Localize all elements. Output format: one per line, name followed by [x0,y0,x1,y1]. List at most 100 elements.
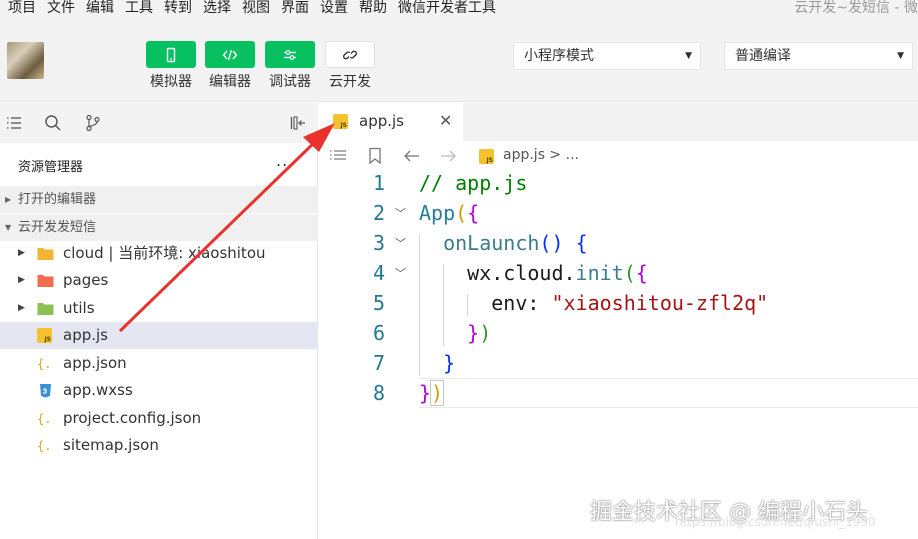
code-punct: } [443,351,456,375]
menu-item[interactable]: 帮助 [359,0,387,16]
tab-app-js[interactable]: app.js ✕ [319,103,463,141]
outline-list-icon[interactable] [329,147,347,165]
more-actions-icon[interactable]: ... [276,151,294,170]
tree-item[interactable]: {..} sitemap.json [0,432,318,459]
caret-down-icon: ▼ [897,51,904,61]
js-file-icon [333,114,348,129]
menu-item[interactable]: 文件 [47,0,75,16]
sidebar-icon-bar [0,103,318,143]
code-icon [205,41,255,68]
code-comment: // app.js [419,171,528,195]
list-icon[interactable] [5,114,23,132]
menu-item[interactable]: 转到 [164,0,192,16]
code-line-6: }) [419,321,491,345]
project-section[interactable]: ▼ 云开发发短信 [0,214,318,241]
json-file-icon: {..} [37,412,54,426]
code-punct: ( [455,201,468,225]
explorer-header: 资源管理器 ... [0,143,318,185]
tree-item[interactable]: 3 app.wxss [0,377,318,404]
menu-item[interactable]: 工具 [125,0,153,16]
avatar[interactable] [7,42,44,79]
js-file-icon [479,149,494,164]
fold-chevron-icon[interactable]: ﹀ [395,235,406,251]
compile-select[interactable]: 普通编译 ▼ [724,42,913,70]
collapse-panel-icon[interactable] [289,114,307,132]
search-icon[interactable] [44,114,62,132]
svg-text:{..}: {..} [37,357,54,371]
code-punct: ) [430,380,445,406]
menu-item[interactable]: 界面 [281,0,309,16]
code-init: init [575,261,624,285]
chevron-right-icon: ▶ [18,303,25,313]
tree-item-label: cloud | 当前环境: xiaoshitou [63,244,266,262]
mode-select[interactable]: 小程序模式 ▼ [513,42,701,70]
tree-item[interactable]: ▶ cloud | 当前环境: xiaoshitou [0,240,318,267]
tree-item-label: app.json [63,354,127,372]
menu-item[interactable]: 选择 [203,0,231,16]
line-number: 7 [372,351,385,375]
fold-chevron-icon[interactable]: ﹀ [395,205,406,221]
menu-item[interactable]: 设置 [320,0,348,16]
svg-text:{..}: {..} [37,439,54,453]
phone-icon [146,41,196,68]
tree-item-label: project.config.json [63,409,202,427]
line-number: 1 [372,171,385,195]
caret-down-icon: ▼ [685,51,692,61]
tree-item[interactable]: ▶ utils [0,295,318,322]
simulator-button[interactable]: 模拟器 [146,41,196,90]
code-editor[interactable]: 12345678 ﹀ ﹀ ﹀ // app.js App({ onLaunch(… [319,171,918,421]
source-control-icon[interactable] [84,114,102,132]
bookmark-icon[interactable] [367,147,383,165]
open-editors-section[interactable]: ▶ 打开的编辑器 [0,186,318,213]
debug-sliders-icon [265,41,315,68]
code-app-call: App [419,201,456,225]
code-punct: ( [623,261,636,285]
breadcrumb[interactable]: app.js > ... [503,147,579,163]
svg-text:3: 3 [43,388,48,396]
back-arrow-icon[interactable] [403,147,421,165]
menu-item[interactable]: 微信开发者工具 [398,0,496,16]
tree-item[interactable]: {..} project.config.json [0,405,318,432]
cloud-dev-label: 云开发 [329,74,371,90]
chevron-down-icon: ▼ [5,223,12,232]
chevron-right-icon: ▶ [5,195,12,204]
tree-item-label: app.js [63,326,108,344]
line-number: 5 [372,291,385,315]
cloud-dev-button[interactable]: 云开发 [325,41,375,90]
tree-item-label: utils [63,299,95,317]
forward-arrow-icon[interactable] [439,147,457,165]
explorer-title: 资源管理器 [18,160,84,175]
editor-tab-bar: app.js ✕ [319,103,918,141]
folder-icon [37,248,54,260]
code-onlaunch: onLaunch [443,231,540,255]
menu-item[interactable]: 视图 [242,0,270,16]
tree-item[interactable]: {..} app.json [0,350,318,377]
open-editors-label: 打开的编辑器 [18,192,97,207]
folder-icon [37,275,54,287]
line-number: 3 [372,231,385,255]
menu-item[interactable]: 编辑 [86,0,114,16]
css-file-icon: 3 [40,384,51,398]
code-line-5: env: "xiaoshitou-zfl2q" [419,291,768,315]
code-punct: { [635,261,648,285]
close-icon[interactable]: ✕ [439,111,452,130]
code-line-3: onLaunch() { [419,231,588,255]
code-env-value: "xiaoshitou-zfl2q" [551,291,769,315]
code-env-key: env: [491,291,552,315]
tab-label: app.js [359,112,404,130]
code-punct: } [467,321,480,345]
cloud-link-icon [325,41,375,68]
code-line-1: // app.js [419,171,527,195]
tree-item[interactable]: app.js [0,322,318,349]
fold-chevron-icon[interactable]: ﹀ [395,265,406,281]
line-number: 4 [372,261,385,285]
editor-button[interactable]: 编辑器 [205,41,255,90]
chevron-right-icon: ▶ [18,275,25,285]
json-file-icon: {..} [37,357,54,371]
tree-item[interactable]: ▶ pages [0,267,318,294]
project-name: 云开发发短信 [18,220,97,235]
line-number: 2 [372,201,385,225]
menu-item[interactable]: 项目 [8,0,36,16]
code-punct: } [419,381,432,405]
debugger-button[interactable]: 调试器 [265,41,315,90]
